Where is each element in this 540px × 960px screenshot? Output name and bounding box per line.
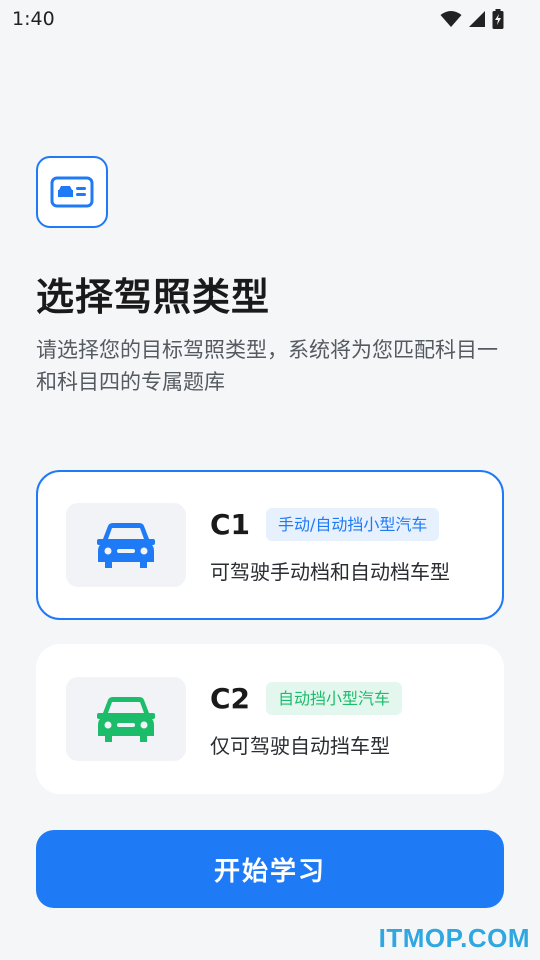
- car-icon: [97, 697, 155, 742]
- start-learning-button[interactable]: 开始学习: [36, 830, 504, 908]
- status-bar: 1:40: [0, 0, 540, 38]
- license-code: C2: [210, 682, 251, 715]
- license-badge: 自动挡小型汽车: [266, 682, 403, 715]
- car-tile: [66, 677, 186, 761]
- license-description: 可驾驶手动档和自动档车型: [210, 560, 450, 584]
- license-option-c1[interactable]: C1 手动/自动挡小型汽车 可驾驶手动档和自动档车型: [36, 470, 504, 620]
- page-subtitle: 请选择您的目标驾照类型，系统将为您匹配科目一和科目四的专属题库: [36, 338, 498, 394]
- driver-license-icon: [36, 156, 108, 228]
- cell-signal-icon: [469, 11, 485, 27]
- license-code: C1: [210, 508, 251, 541]
- license-badge: 手动/自动挡小型汽车: [266, 508, 440, 541]
- car-tile: [66, 503, 186, 587]
- status-time: 1:40: [12, 8, 55, 30]
- page-title: 选择驾照类型: [36, 275, 271, 319]
- license-option-c2[interactable]: C2 自动挡小型汽车 仅可驾驶自动挡车型: [36, 644, 504, 794]
- car-icon: [97, 523, 155, 568]
- battery-charging-icon: [492, 9, 504, 29]
- status-icons: [440, 9, 504, 29]
- license-description: 仅可驾驶自动挡车型: [210, 734, 390, 758]
- id-card-icon: [50, 176, 94, 208]
- wifi-icon: [440, 11, 462, 27]
- watermark: ITMOP.COM: [378, 923, 530, 953]
